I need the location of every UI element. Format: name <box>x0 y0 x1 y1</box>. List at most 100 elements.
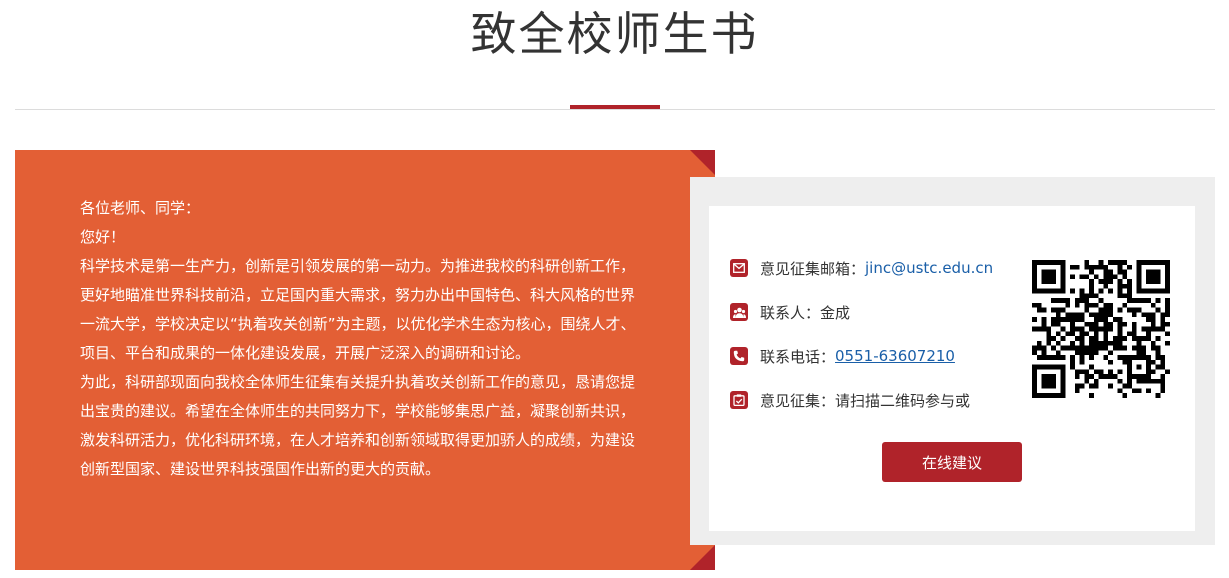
qr-module <box>1131 345 1137 351</box>
letter-fold-top <box>690 150 715 175</box>
qr-module <box>1046 274 1052 280</box>
qr-module <box>1112 340 1118 346</box>
qr-module <box>1150 288 1156 294</box>
qr-module <box>1122 336 1128 341</box>
qr-module <box>1117 388 1123 394</box>
qr-module <box>1051 345 1056 351</box>
qr-module <box>1093 345 1099 351</box>
qr-module <box>1117 279 1123 284</box>
qr-module <box>1060 364 1066 370</box>
qr-module <box>1127 279 1132 284</box>
qr-module <box>1127 288 1132 294</box>
qr-module <box>1070 345 1075 351</box>
qr-module <box>1074 374 1080 379</box>
qr-module <box>1036 288 1042 294</box>
qr-module <box>1117 260 1123 265</box>
qr-module <box>1165 312 1170 318</box>
qr-module <box>1055 312 1061 318</box>
qr-module <box>1098 312 1104 318</box>
qr-module <box>1055 331 1061 337</box>
qr-module <box>1141 378 1147 384</box>
qr-module <box>1112 317 1118 322</box>
qr-module <box>1032 345 1037 351</box>
qr-module <box>1041 269 1047 275</box>
qr-module <box>1103 317 1109 322</box>
qr-module <box>1117 307 1123 313</box>
qr-module <box>1150 317 1156 322</box>
qr-module <box>1098 288 1104 294</box>
qr-module <box>1032 317 1037 322</box>
qr-module <box>1089 288 1094 294</box>
qr-module <box>1051 307 1056 313</box>
clipboard-icon <box>730 391 748 409</box>
qr-module <box>1103 269 1109 275</box>
qr-module <box>1032 260 1037 265</box>
qr-module <box>1093 326 1099 332</box>
qr-module <box>1093 293 1099 299</box>
qr-module <box>1136 269 1142 275</box>
phone-link[interactable]: 0551-63607210 <box>835 347 955 365</box>
qr-module <box>1036 393 1042 398</box>
collect-row: 意见征集： 请扫描二维码参与或 <box>730 390 970 410</box>
qr-module <box>1108 260 1113 265</box>
qr-module <box>1079 293 1085 299</box>
qr-module <box>1046 393 1052 398</box>
qr-module <box>1146 331 1151 337</box>
qr-module <box>1108 312 1113 318</box>
qr-module <box>1165 274 1170 280</box>
title-accent-bar <box>570 105 660 109</box>
qr-module <box>1041 374 1047 379</box>
qr-module <box>1136 307 1142 313</box>
qr-module <box>1074 302 1080 308</box>
qr-module <box>1089 355 1094 360</box>
qr-module <box>1112 274 1118 280</box>
qr-module <box>1079 359 1085 365</box>
qr-module <box>1131 312 1137 318</box>
qr-module <box>1079 317 1085 322</box>
qr-module <box>1046 260 1052 265</box>
qr-module <box>1051 383 1056 389</box>
person-label: 联系人： <box>760 303 821 322</box>
qr-module <box>1160 374 1166 379</box>
qr-module <box>1032 364 1037 370</box>
qr-module <box>1103 274 1109 280</box>
online-suggestion-button[interactable]: 在线建议 <box>882 442 1022 482</box>
qr-module <box>1089 393 1094 398</box>
qr-module <box>1117 288 1123 294</box>
qr-module <box>1136 388 1142 394</box>
qr-module <box>1046 355 1052 360</box>
qr-module <box>1136 364 1142 370</box>
qr-module <box>1146 369 1151 375</box>
qr-module <box>1051 374 1056 379</box>
qr-module <box>1098 345 1104 351</box>
qr-module <box>1079 340 1085 346</box>
qr-module <box>1103 355 1109 360</box>
qr-module <box>1103 283 1109 289</box>
qr-module <box>1036 307 1042 313</box>
qr-module <box>1136 279 1142 284</box>
qr-module <box>1150 359 1156 365</box>
qr-module <box>1112 260 1118 265</box>
qr-module <box>1055 350 1061 356</box>
qr-module <box>1070 264 1075 270</box>
qr-module <box>1155 393 1161 398</box>
qr-module <box>1160 288 1166 294</box>
qr-module <box>1150 260 1156 265</box>
letter-greeting: 各位老师、同学： <box>80 199 201 217</box>
qr-module <box>1055 340 1061 346</box>
qr-module <box>1165 264 1170 270</box>
email-link[interactable]: jinc@ustc.edu.cn <box>865 259 993 277</box>
qr-module <box>1084 374 1090 379</box>
qr-module <box>1141 288 1147 294</box>
qr-module <box>1103 279 1109 284</box>
qr-module <box>1098 279 1104 284</box>
qr-module <box>1141 260 1147 265</box>
qr-module <box>1036 345 1042 351</box>
qr-module <box>1079 331 1085 337</box>
qr-module <box>1051 321 1056 327</box>
qr-module <box>1122 302 1128 308</box>
qr-module <box>1155 355 1161 360</box>
qr-module <box>1060 369 1066 375</box>
qr-module <box>1060 383 1066 389</box>
qr-module <box>1089 264 1094 270</box>
